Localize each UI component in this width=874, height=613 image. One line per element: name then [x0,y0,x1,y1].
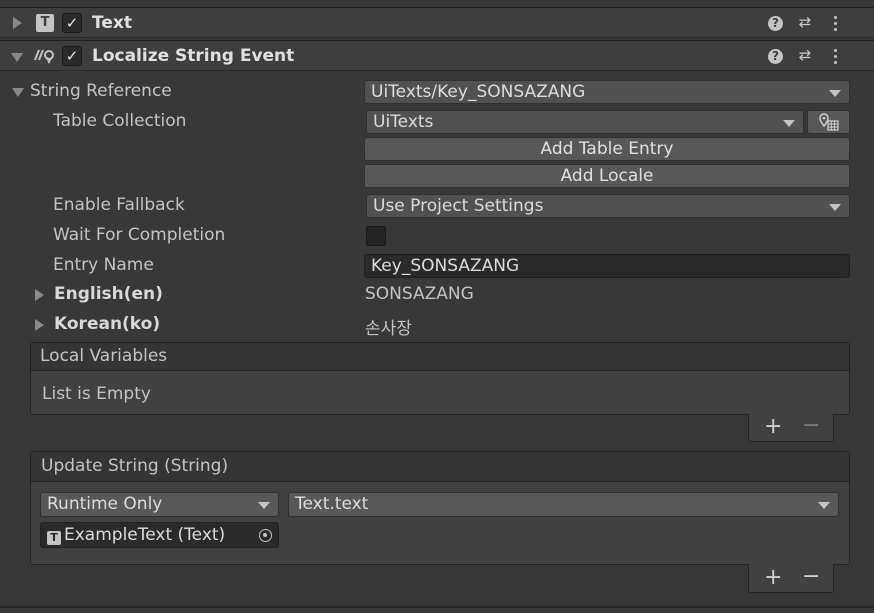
function-value: Text.text [295,494,369,514]
localize-component-icon [33,46,55,66]
entry-name-label: Entry Name [53,255,154,275]
enable-fallback-value: Use Project Settings [373,196,544,216]
table-locate-icon [818,113,839,131]
text-component-icon: T [47,531,61,545]
foldout-arrow-icon[interactable] [13,17,22,29]
update-string-title: Update String (String) [41,456,229,476]
context-menu-icon[interactable] [834,49,838,67]
entry-name-input[interactable]: Key_SONSAZANG [364,254,850,278]
help-icon[interactable]: ? [768,16,783,31]
remove-variable-button[interactable]: − [802,415,820,437]
locale-label-korean[interactable]: Korean(ko) [54,314,160,334]
context-menu-icon[interactable] [834,16,838,34]
table-collection-label: Table Collection [53,111,187,131]
locale-foldout-icon[interactable] [35,289,44,301]
table-collection-value: UiTexts [373,112,434,132]
string-reference-value: UiTexts/Key_SONSAZANG [371,82,586,102]
locale-label-english[interactable]: English(en) [54,284,163,304]
enable-fallback-label: Enable Fallback [53,195,185,215]
local-variables-footer: + − [748,414,834,442]
locale-value-english: SONSAZANG [365,284,474,304]
add-listener-button[interactable]: + [764,567,782,589]
text-component-icon: T [36,14,54,32]
add-locale-button[interactable]: Add Locale [364,164,850,188]
enabled-checkbox-localize[interactable]: ✓ [62,46,82,66]
remove-listener-button[interactable]: − [802,566,820,588]
open-tables-window-button[interactable] [807,110,850,134]
string-reference-dropdown[interactable]: UiTexts/Key_SONSAZANG [364,80,850,104]
presets-icon[interactable]: ⇄ [795,46,815,64]
foldout-arrow-icon[interactable] [11,53,23,62]
table-collection-dropdown[interactable]: UiTexts [366,110,804,134]
chevron-down-icon [829,204,841,211]
help-icon[interactable]: ? [768,49,783,64]
component-title: Text [92,13,132,33]
locale-value-korean: 손사장 [365,319,412,339]
locale-foldout-icon[interactable] [35,319,44,331]
component-title: Localize String Event [92,46,295,66]
target-object-value: ExampleText (Text) [64,525,226,545]
function-dropdown[interactable]: Text.text [288,492,839,517]
local-variables-title: Local Variables [40,346,168,366]
runtime-mode-value: Runtime Only [47,494,163,514]
list-empty-text: List is Empty [42,384,151,404]
string-reference-label[interactable]: String Reference [30,81,172,101]
wait-for-completion-checkbox[interactable] [366,226,386,246]
presets-icon[interactable]: ⇄ [795,13,815,31]
wait-for-completion-label: Wait For Completion [53,225,226,245]
bottom-divider [0,606,874,608]
enabled-checkbox-text[interactable]: ✓ [62,13,82,33]
target-object-field[interactable]: T ExampleText (Text) [40,522,279,548]
local-variables-header: Local Variables [31,343,849,371]
object-picker-icon[interactable] [259,529,272,542]
string-reference-foldout-icon[interactable] [12,88,24,97]
runtime-mode-dropdown[interactable]: Runtime Only [40,492,279,517]
update-string-header: Update String (String) [31,452,849,482]
chevron-down-icon [829,90,841,97]
chevron-down-icon [258,502,270,509]
local-variables-list: Local Variables List is Empty [30,342,850,415]
add-table-entry-button[interactable]: Add Table Entry [364,137,850,161]
component-header-text[interactable]: T ✓ Text ? ⇄ [0,7,874,38]
update-string-footer: + − [748,564,834,593]
enable-fallback-dropdown[interactable]: Use Project Settings [366,194,850,218]
component-header-localize-string-event[interactable]: ✓ Localize String Event ? ⇄ [0,40,874,71]
add-variable-button[interactable]: + [764,416,782,438]
chevron-down-icon [783,120,795,127]
chevron-down-icon [818,502,830,509]
